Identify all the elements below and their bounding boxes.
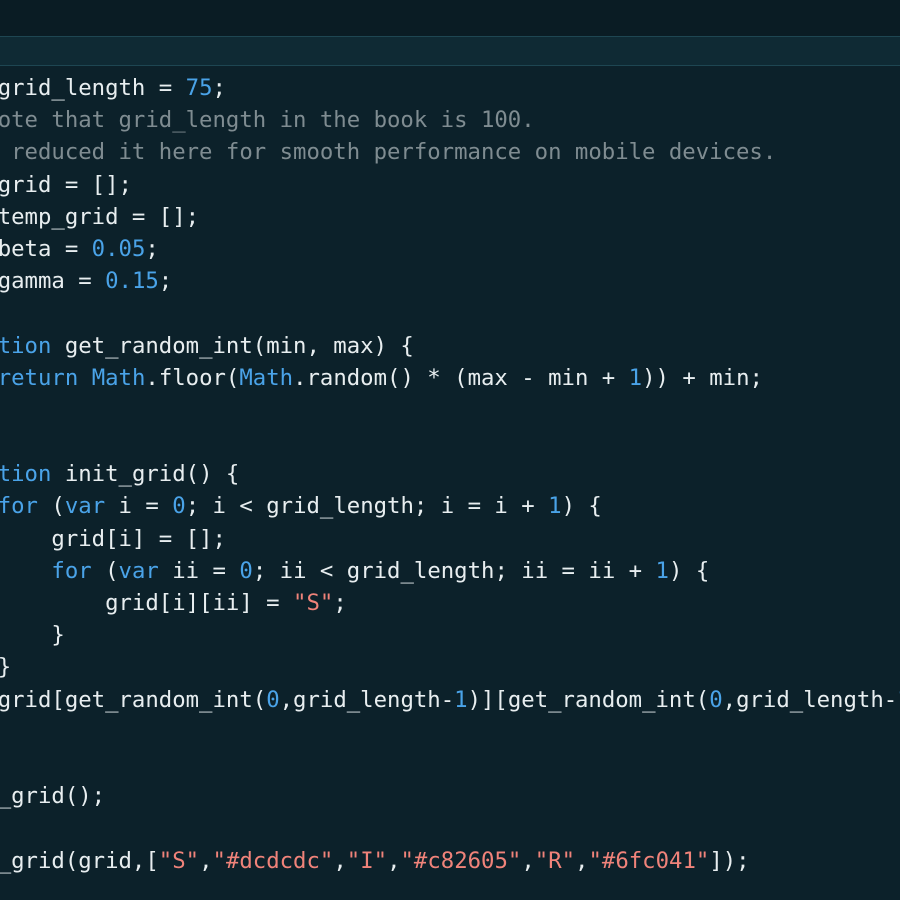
code-line[interactable]: return Math.floor(Math.random() * (max -…	[0, 362, 900, 394]
code-token: return	[0, 364, 79, 391]
code-line[interactable]: var temp_grid = [];	[0, 201, 900, 233]
code-token: function	[0, 461, 52, 488]
code-token: var	[118, 557, 159, 584]
code-token: "I"	[346, 847, 388, 874]
code-line[interactable]: // Note that grid_length in the book is …	[0, 104, 900, 136]
code-token: "#c82605"	[400, 847, 522, 874]
code-token: (	[37, 493, 65, 520]
code-line[interactable]	[0, 297, 900, 329]
code-token: i =	[105, 493, 173, 520]
code-token: ;	[145, 235, 159, 262]
code-token: ; ii < grid_length; ii = ii +	[252, 557, 656, 584]
code-token: ]);	[709, 847, 750, 874]
code-line[interactable]	[0, 426, 900, 458]
code-token: .floor(	[145, 364, 240, 391]
code-token: }	[0, 654, 11, 680]
code-token: var grid = [];	[0, 171, 132, 198]
code-token: var	[64, 493, 106, 520]
code-token: var beta =	[0, 235, 79, 262]
code-token: draw_grid(grid,[	[0, 847, 159, 874]
code-token: ,	[387, 847, 401, 874]
code-token: 0	[172, 493, 186, 520]
code-line[interactable]: grid[get_random_int(0,grid_length-1)][ge…	[0, 684, 900, 716]
code-line[interactable]: var gamma = 0.15;	[0, 265, 900, 297]
code-token: "#dcdcdc"	[212, 847, 334, 874]
code-line[interactable]: }	[0, 716, 900, 748]
code-token: "#6fc041"	[588, 847, 710, 874]
code-line[interactable]: }	[0, 651, 900, 683]
code-token: Math	[239, 364, 294, 391]
code-line[interactable]: grid[i][ii] = "S";	[0, 587, 900, 619]
code-token: 1	[548, 493, 562, 520]
code-token: init_grid() {	[51, 461, 240, 488]
code-token: "R"	[534, 847, 576, 874]
code-line[interactable]: draw_grid(grid,["S","#dcdcdc","I","#c826…	[0, 845, 900, 877]
code-token: 0	[266, 686, 280, 713]
code-line[interactable]: init_grid();	[0, 780, 900, 812]
code-token: ) {	[561, 493, 602, 520]
code-token: for	[0, 493, 38, 520]
code-token: ,grid_length-	[279, 686, 455, 713]
code-token: 75	[185, 75, 213, 101]
code-token: for	[51, 557, 92, 584]
code-token: 0.15	[105, 268, 159, 295]
code-line[interactable]: }	[0, 619, 900, 651]
code-token: 1	[655, 557, 669, 584]
code-token: init_grid();	[0, 783, 106, 810]
code-editor[interactable]: var grid_length = 75; // Note that grid_l…	[0, 0, 900, 900]
active-line-highlight	[0, 36, 900, 66]
code-token: get_random_int(min, max) {	[51, 332, 414, 359]
code-line[interactable]: var grid = [];	[0, 169, 900, 201]
code-token: )][get_random_int(	[467, 686, 710, 713]
code-token: ;	[333, 590, 347, 616]
code-token: )) + min;	[642, 364, 763, 391]
code-token: ,	[199, 847, 213, 874]
code-token: function	[0, 332, 52, 359]
code-token: ,	[575, 847, 589, 874]
code-token: }	[51, 622, 65, 649]
code-line[interactable]: function get_random_int(min, max) {	[0, 330, 900, 362]
code-token: ;	[212, 75, 226, 101]
code-token: ;	[158, 268, 173, 295]
code-token: grid[get_random_int(	[0, 686, 267, 713]
code-token: (	[91, 557, 119, 584]
code-token: 1	[454, 686, 468, 713]
code-token: ) {	[668, 557, 710, 584]
code-line[interactable]: for (var ii = 0; ii < grid_length; ii = …	[0, 555, 900, 587]
code-line[interactable]	[0, 812, 900, 844]
code-token: ,grid_length-	[722, 686, 898, 713]
code-token: 0	[709, 686, 723, 713]
code-token: // Note that grid_length in the book is …	[0, 107, 535, 134]
code-token: 0	[239, 557, 253, 584]
editor-top-strip	[0, 0, 900, 36]
code-line[interactable]: }	[0, 394, 900, 426]
code-line[interactable]: // I reduced it here for smooth performa…	[0, 136, 900, 168]
code-token: "S"	[158, 847, 200, 874]
code-token: 1	[628, 364, 643, 391]
code-token: ; i < grid_length; i = i +	[185, 493, 549, 520]
code-line[interactable]	[0, 748, 900, 780]
code-token: ,	[333, 847, 347, 874]
code-line[interactable]: grid[i] = [];	[0, 523, 900, 555]
code-token: var grid_length =	[0, 75, 173, 101]
code-line[interactable]: for (var i = 0; i < grid_length; i = i +…	[0, 490, 900, 522]
code-line[interactable]: var beta = 0.05;	[0, 233, 900, 265]
code-token: ,	[521, 847, 535, 874]
code-token: var gamma =	[0, 268, 92, 295]
code-line[interactable]: var grid_length = 75;	[0, 72, 900, 104]
code-token: Math	[91, 364, 146, 391]
code-area[interactable]: var grid_length = 75; // Note that grid_l…	[0, 72, 900, 877]
code-line[interactable]: function init_grid() {	[0, 458, 900, 490]
code-token: // I reduced it here for smooth performa…	[0, 139, 777, 166]
code-token: var temp_grid = [];	[0, 203, 200, 230]
code-token: ii =	[158, 557, 240, 584]
code-token: "S"	[293, 590, 334, 616]
code-token: 0.05	[91, 235, 146, 262]
code-token: grid[i] = [];	[51, 525, 226, 552]
code-token: .random() * (max - min +	[293, 364, 629, 391]
code-token: grid[i][ii] =	[105, 590, 280, 616]
